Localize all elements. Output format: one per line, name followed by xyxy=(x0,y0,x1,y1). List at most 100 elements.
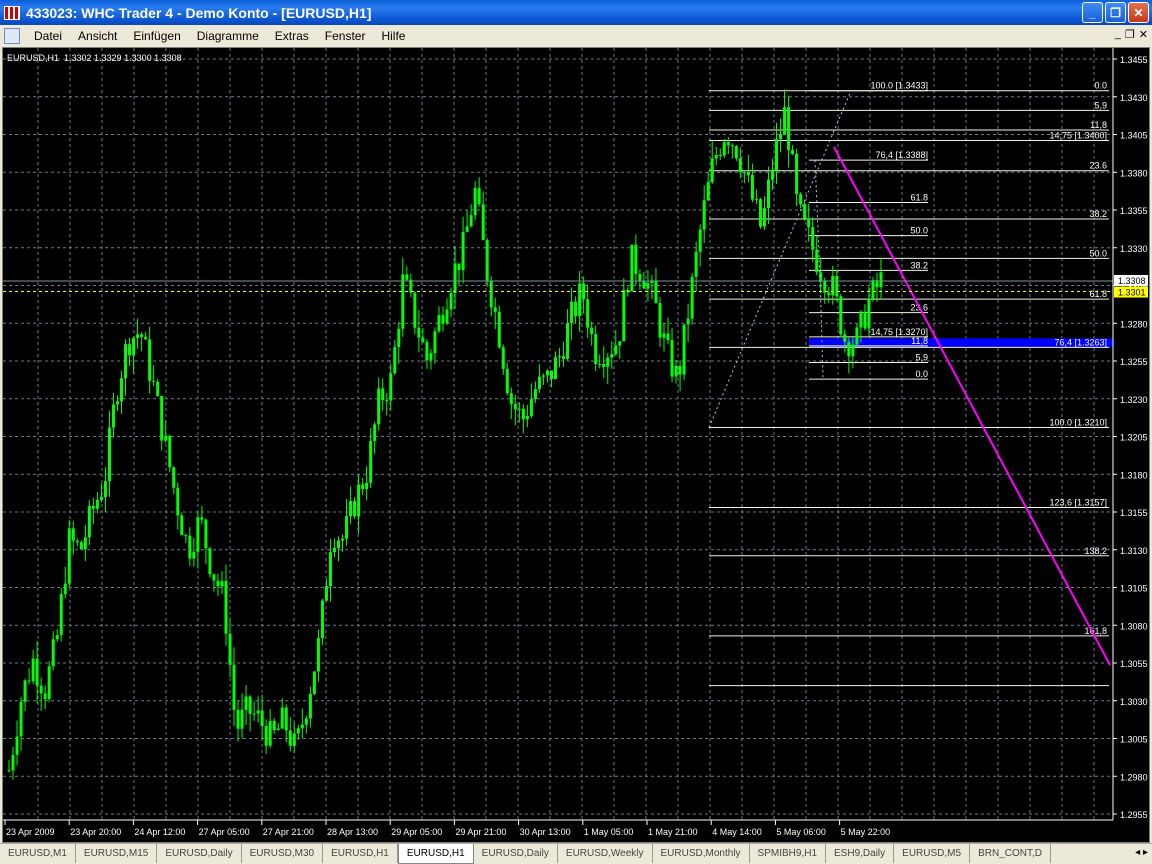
candle xyxy=(11,754,15,771)
candle xyxy=(690,276,694,319)
fib-retracement-label: 50.0 xyxy=(910,226,928,236)
candle xyxy=(485,240,489,281)
candle xyxy=(51,639,55,667)
candle xyxy=(377,388,381,425)
x-tick-label: 29 Apr 21:00 xyxy=(455,827,506,837)
candle xyxy=(501,347,505,369)
fib-retracement-label: 100.0 [1.3433] xyxy=(870,81,928,91)
candle xyxy=(47,666,51,700)
candle xyxy=(19,701,23,737)
candle xyxy=(132,337,136,356)
chart-window[interactable]: 0.0 5,9 11,8 14,75 [1.3400] 23.6 38.2 50.0 61.8… xyxy=(2,47,1150,843)
candle xyxy=(489,280,493,308)
mdi-close-button[interactable]: ✕ xyxy=(1139,28,1148,41)
menu-extras[interactable]: Extras xyxy=(267,29,317,43)
candle xyxy=(79,542,83,550)
minimize-button[interactable]: _ xyxy=(1082,2,1103,23)
candle xyxy=(393,347,397,374)
mdi-minimize-button[interactable]: _ xyxy=(1115,28,1121,41)
chart-tab[interactable]: SPMIBH9,H1 xyxy=(750,844,827,863)
candle xyxy=(176,487,180,516)
y-tick-label: 1.2955 xyxy=(1120,810,1148,820)
candle xyxy=(706,182,710,201)
candle xyxy=(734,146,738,159)
chart-tab[interactable]: BRN_CONT,D xyxy=(970,844,1051,863)
chart-tab[interactable]: EURUSD,M30 xyxy=(242,844,324,863)
candle xyxy=(578,283,582,317)
candle xyxy=(839,296,843,335)
chart-tab[interactable]: EURUSD,M5 xyxy=(894,844,971,863)
candle xyxy=(385,400,389,402)
menu-einfuegen[interactable]: Einfügen xyxy=(125,29,188,43)
candle xyxy=(296,728,300,734)
menu-datei[interactable]: Datei xyxy=(26,29,70,43)
document-icon[interactable] xyxy=(4,27,20,44)
candle xyxy=(678,366,682,375)
candle xyxy=(180,515,184,536)
candle xyxy=(582,283,586,300)
candle xyxy=(95,500,99,509)
candle xyxy=(240,709,244,729)
menu-diagramme[interactable]: Diagramme xyxy=(189,29,267,43)
candle xyxy=(43,693,47,700)
candle xyxy=(558,356,562,358)
candle xyxy=(220,580,224,587)
chart-tab[interactable]: EURUSD,H1 xyxy=(397,844,474,864)
candle xyxy=(264,726,268,746)
candle xyxy=(120,378,124,402)
y-tick-label: 1.3030 xyxy=(1120,697,1148,707)
menu-hilfe[interactable]: Hilfe xyxy=(373,29,413,43)
fib-expansion-label: 61.8 xyxy=(1089,289,1107,299)
candle xyxy=(276,728,280,731)
candle xyxy=(457,263,461,271)
chart-tab[interactable]: EURUSD,Monthly xyxy=(653,844,750,863)
chart-tab[interactable]: ESH9,Daily xyxy=(826,844,895,863)
tab-scroll-arrows[interactable]: ◂ ▸ xyxy=(1131,844,1152,864)
candle xyxy=(497,311,501,348)
mdi-restore-button[interactable]: ❐ xyxy=(1125,28,1135,41)
fib-expansion-label: 5,9 xyxy=(1094,100,1107,110)
menu-ansicht[interactable]: Ansicht xyxy=(70,29,125,43)
chart-tab[interactable]: EURUSD,M15 xyxy=(76,844,158,863)
chart-tab[interactable]: EURUSD,Daily xyxy=(474,844,558,863)
fib-retracement-label: 11,8 xyxy=(911,336,928,346)
candle xyxy=(389,373,393,401)
close-button[interactable]: ✕ xyxy=(1128,2,1149,23)
candle xyxy=(103,481,107,497)
price-chart[interactable]: 0.05,911,814,75 [1.3400]23.638.250.061.8… xyxy=(3,48,1149,842)
candle xyxy=(200,517,204,520)
fib-expansion-label: 14,75 [1.3400] xyxy=(1049,131,1107,141)
y-tick-label: 1.3080 xyxy=(1120,621,1148,631)
candle xyxy=(646,283,650,289)
candle xyxy=(429,353,433,361)
y-tick-label: 1.3105 xyxy=(1120,584,1148,594)
candle xyxy=(441,315,445,324)
candle xyxy=(562,356,566,359)
y-tick-label: 1.3230 xyxy=(1120,395,1148,405)
y-tick-label: 1.2980 xyxy=(1120,772,1148,782)
y-tick-label: 1.3405 xyxy=(1120,131,1148,141)
candle xyxy=(827,292,831,296)
chart-tab[interactable]: EURUSD,Weekly xyxy=(558,844,653,863)
candle xyxy=(172,467,176,488)
restore-button[interactable]: ❐ xyxy=(1105,2,1126,23)
candle xyxy=(409,279,413,293)
candle xyxy=(23,680,27,702)
candle xyxy=(682,324,686,375)
chart-tab[interactable]: EURUSD,M1 xyxy=(0,844,76,863)
candle xyxy=(405,274,409,280)
x-tick-label: 29 Apr 05:00 xyxy=(391,827,442,837)
chart-tab[interactable]: EURUSD,H1 xyxy=(323,844,398,863)
candle xyxy=(554,357,558,380)
y-tick-label: 1.3255 xyxy=(1120,357,1148,367)
menu-fenster[interactable]: Fenster xyxy=(317,29,374,43)
candle xyxy=(477,187,481,205)
x-tick-label: 23 Apr 20:00 xyxy=(70,827,121,837)
chart-tab[interactable]: EURUSD,Daily xyxy=(157,844,242,863)
candle xyxy=(152,380,156,382)
candle xyxy=(843,334,847,342)
candle xyxy=(831,275,835,296)
candle xyxy=(509,393,513,405)
candle xyxy=(614,345,618,355)
candle xyxy=(413,292,417,328)
